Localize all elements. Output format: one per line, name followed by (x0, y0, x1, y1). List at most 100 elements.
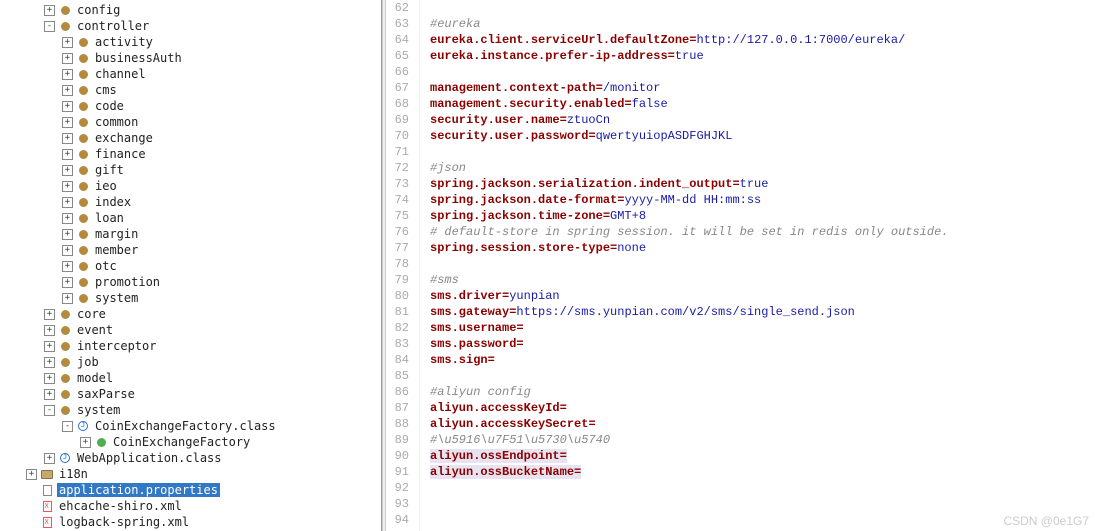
code-line[interactable]: 86#aliyun config (386, 384, 1095, 400)
code-line[interactable]: 90aliyun.ossEndpoint= (386, 448, 1095, 464)
tree-item-label[interactable]: interceptor (75, 339, 158, 353)
tree-item[interactable]: + member (0, 242, 381, 258)
tree-item-label[interactable]: code (93, 99, 126, 113)
expand-icon[interactable]: + (44, 309, 55, 320)
code-line[interactable]: 88aliyun.accessKeySecret= (386, 416, 1095, 432)
expand-icon[interactable]: + (44, 453, 55, 464)
tree-item[interactable]: + saxParse (0, 386, 381, 402)
tree-item[interactable]: + finance (0, 146, 381, 162)
tree-item-label[interactable]: index (93, 195, 133, 209)
expand-icon[interactable]: + (62, 261, 73, 272)
tree-item[interactable]: + CoinExchangeFactory (0, 434, 381, 450)
code-content[interactable]: #json (420, 160, 1095, 176)
code-line[interactable]: 85 (386, 368, 1095, 384)
tree-item[interactable]: +common (0, 114, 381, 130)
expand-icon[interactable]: + (62, 197, 73, 208)
tree-item-label[interactable]: margin (93, 227, 140, 241)
code-line[interactable]: 63#eureka (386, 16, 1095, 32)
expand-icon[interactable]: + (44, 5, 55, 16)
expand-icon[interactable]: + (62, 293, 73, 304)
collapse-icon[interactable]: - (44, 405, 55, 416)
code-line[interactable]: 74spring.jackson.date-format=yyyy-MM-dd … (386, 192, 1095, 208)
code-line[interactable]: 75spring.jackson.time-zone=GMT+8 (386, 208, 1095, 224)
tree-item[interactable]: logback-spring.xml (0, 514, 381, 530)
tree-item-label[interactable]: cms (93, 83, 119, 97)
code-line[interactable]: 93 (386, 496, 1095, 512)
expand-icon[interactable]: + (44, 389, 55, 400)
code-line[interactable]: 71 (386, 144, 1095, 160)
tree-item[interactable]: +channel (0, 66, 381, 82)
code-line[interactable]: 87aliyun.accessKeyId= (386, 400, 1095, 416)
tree-item[interactable]: +ieo (0, 178, 381, 194)
code-editor[interactable]: 6263#eureka64eureka.client.serviceUrl.de… (386, 0, 1095, 531)
code-line[interactable]: 84sms.sign= (386, 352, 1095, 368)
code-line[interactable]: 92 (386, 480, 1095, 496)
tree-item-label[interactable]: ehcache-shiro.xml (57, 499, 184, 513)
expand-icon[interactable]: + (62, 229, 73, 240)
tree-item-label[interactable]: ieo (93, 179, 119, 193)
code-content[interactable]: aliyun.accessKeyId= (420, 400, 1095, 416)
tree-item-label[interactable]: businessAuth (93, 51, 184, 65)
code-content[interactable]: #aliyun config (420, 384, 1095, 400)
code-line[interactable]: 67management.context-path=/monitor (386, 80, 1095, 96)
tree-item[interactable]: +system (0, 290, 381, 306)
code-content[interactable]: # default-store in spring session. it wi… (420, 224, 1095, 240)
tree-item-label[interactable]: activity (93, 35, 155, 49)
code-line[interactable]: 77spring.session.store-type=none (386, 240, 1095, 256)
tree-item[interactable]: +i18n (0, 466, 381, 482)
expand-icon[interactable]: + (44, 357, 55, 368)
code-content[interactable]: management.security.enabled=false (420, 96, 1095, 112)
tree-item-label[interactable]: saxParse (75, 387, 137, 401)
expand-icon[interactable]: + (62, 245, 73, 256)
tree-item-label[interactable]: CoinExchangeFactory.class (93, 419, 278, 433)
code-content[interactable]: spring.jackson.date-format=yyyy-MM-dd HH… (420, 192, 1095, 208)
tree-item-label[interactable]: application.properties (57, 483, 220, 497)
code-content[interactable]: aliyun.ossBucketName= (420, 464, 1095, 480)
tree-item-label[interactable]: CoinExchangeFactory (111, 435, 252, 449)
tree-item-label[interactable]: finance (93, 147, 148, 161)
tree-item-label[interactable]: system (75, 403, 122, 417)
tree-item-label[interactable]: logback-spring.xml (57, 515, 191, 529)
tree-item[interactable]: - CoinExchangeFactory.class (0, 418, 381, 434)
code-content[interactable]: sms.sign= (420, 352, 1095, 368)
code-content[interactable]: sms.username= (420, 320, 1095, 336)
collapse-icon[interactable]: - (62, 421, 73, 432)
code-line[interactable]: 69security.user.name=ztuoCn (386, 112, 1095, 128)
code-line[interactable]: 89#\u5916\u7F51\u5730\u5740 (386, 432, 1095, 448)
tree-item[interactable]: +promotion (0, 274, 381, 290)
tree-item-label[interactable]: otc (93, 259, 119, 273)
code-line[interactable]: 72#json (386, 160, 1095, 176)
tree-item-label[interactable]: model (75, 371, 115, 385)
expand-icon[interactable]: + (62, 85, 73, 96)
code-line[interactable]: 83sms.password= (386, 336, 1095, 352)
code-line[interactable]: 62 (386, 0, 1095, 16)
tree-item[interactable]: + cms (0, 82, 381, 98)
tree-item[interactable]: +businessAuth (0, 50, 381, 66)
tree-item[interactable]: application.properties (0, 482, 381, 498)
expand-icon[interactable]: + (62, 133, 73, 144)
code-content[interactable]: sms.gateway=https://sms.yunpian.com/v2/s… (420, 304, 1095, 320)
expand-icon[interactable]: + (44, 373, 55, 384)
tree-item[interactable]: + otc (0, 258, 381, 274)
tree-item[interactable]: +loan (0, 210, 381, 226)
tree-item[interactable]: + model (0, 370, 381, 386)
tree-item[interactable]: +exchange (0, 130, 381, 146)
expand-icon[interactable]: + (80, 437, 91, 448)
expand-icon[interactable]: + (62, 149, 73, 160)
expand-icon[interactable]: + (62, 165, 73, 176)
tree-item[interactable]: -controller (0, 18, 381, 34)
expand-icon[interactable]: + (62, 213, 73, 224)
tree-item-label[interactable]: job (75, 355, 101, 369)
code-content[interactable]: sms.password= (420, 336, 1095, 352)
code-line[interactable]: 70security.user.password=qwertyuiopASDFG… (386, 128, 1095, 144)
collapse-icon[interactable]: - (44, 21, 55, 32)
code-line[interactable]: 80sms.driver=yunpian (386, 288, 1095, 304)
code-content[interactable]: spring.session.store-type=none (420, 240, 1095, 256)
expand-icon[interactable]: + (26, 469, 37, 480)
code-line[interactable]: 82sms.username= (386, 320, 1095, 336)
expand-icon[interactable]: + (62, 69, 73, 80)
tree-item-label[interactable]: common (93, 115, 140, 129)
code-content[interactable]: security.user.password=qwertyuiopASDFGHJ… (420, 128, 1095, 144)
tree-item-label[interactable]: member (93, 243, 140, 257)
tree-item[interactable]: +core (0, 306, 381, 322)
